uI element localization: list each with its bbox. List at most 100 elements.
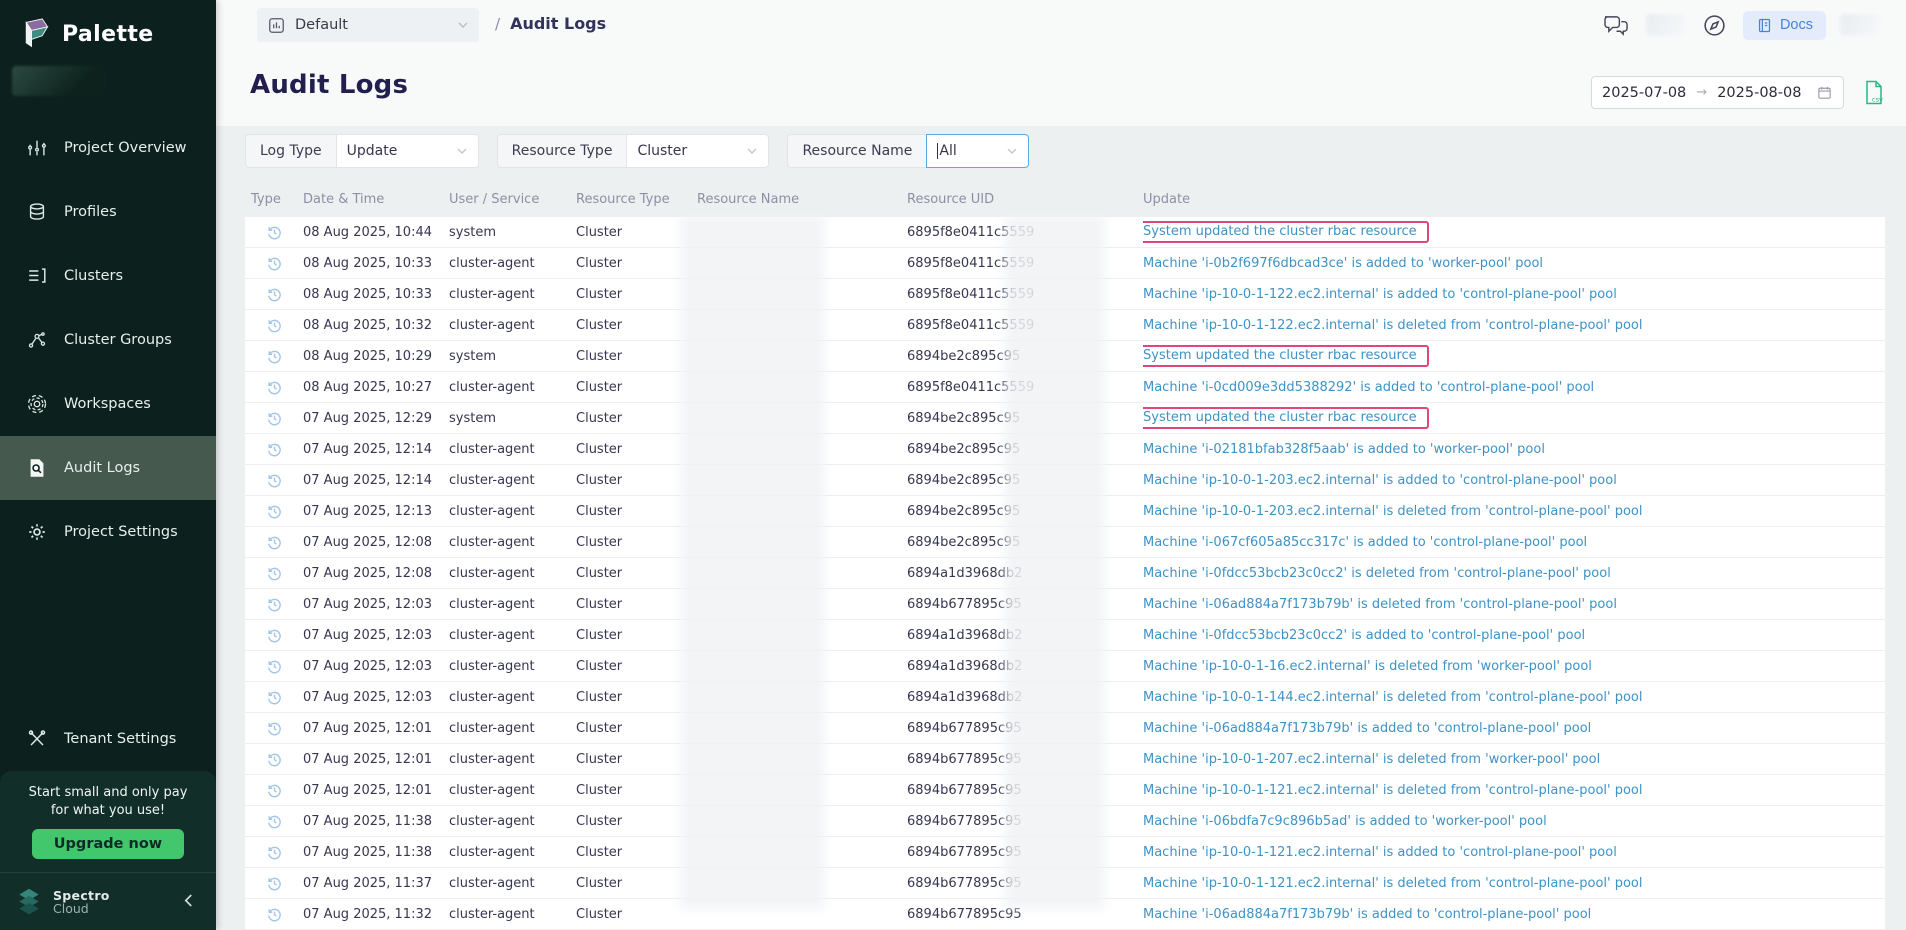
update-link[interactable]: Machine 'i-0fdcc53bcb23c0cc2' is added t… <box>1143 628 1585 643</box>
update-link[interactable]: Machine 'ip-10-0-1-121.ec2.internal' is … <box>1143 783 1643 798</box>
cell-resource-uid: 6894a1d3968db2 <box>907 566 1143 581</box>
sidebar-footer: Spectro Cloud <box>0 872 216 930</box>
chevron-down-icon <box>746 145 758 157</box>
sidebar: Palette Project Overview Profiles Cluste… <box>0 0 216 930</box>
cell-resource-type: Cluster <box>576 597 697 612</box>
cell-user-service: cluster-agent <box>449 814 576 829</box>
cell-datetime: 07 Aug 2025, 12:14 <box>303 442 449 457</box>
update-link[interactable]: Machine 'i-06bdfa7c9c896b5ad' is added t… <box>1143 814 1547 829</box>
cell-update: Machine 'ip-10-0-1-203.ec2.internal' is … <box>1143 504 1885 519</box>
cell-update: Machine 'i-06ad884a7f173b79b' is deleted… <box>1143 597 1885 612</box>
cell-datetime: 07 Aug 2025, 12:01 <box>303 752 449 767</box>
cell-datetime: 07 Aug 2025, 11:37 <box>303 876 449 891</box>
cell-resource-type: Cluster <box>576 814 697 829</box>
highlighted-update-box: System updated the cluster rbac resource <box>1143 407 1429 429</box>
table-row: 07 Aug 2025, 12:03 cluster-agent Cluster… <box>245 589 1885 620</box>
cell-resource-uid: 6894b677895c95 <box>907 752 1143 767</box>
audit-icon <box>26 457 48 479</box>
update-link[interactable]: Machine 'ip-10-0-1-207.ec2.internal' is … <box>1143 752 1600 767</box>
sidebar-collapse-button[interactable] <box>179 889 198 915</box>
cell-resource-type: Cluster <box>576 566 697 581</box>
palette-logo-text: Palette <box>62 22 154 47</box>
filter-select-resource-type[interactable]: Cluster <box>626 134 769 168</box>
update-link[interactable]: Machine 'i-0b2f697f6dbcad3ce' is added t… <box>1143 256 1543 271</box>
sidebar-item-audit-logs[interactable]: Audit Logs <box>0 436 216 500</box>
update-link[interactable]: Machine 'i-0fdcc53bcb23c0cc2' is deleted… <box>1143 566 1611 581</box>
update-link[interactable]: Machine 'ip-10-0-1-203.ec2.internal' is … <box>1143 473 1617 488</box>
sidebar-item-label: Project Settings <box>64 524 178 540</box>
sidebar-item-label: Tenant Settings <box>64 731 176 747</box>
cell-update: Machine 'i-02181bfab328f5aab' is added t… <box>1143 442 1885 457</box>
update-link[interactable]: System updated the cluster rbac resource <box>1143 410 1417 425</box>
filter-select-log-type[interactable]: Update <box>336 134 479 168</box>
sidebar-item-clusters[interactable]: Clusters <box>0 244 216 308</box>
sidebar-item-cluster-groups[interactable]: Cluster Groups <box>0 308 216 372</box>
cell-datetime: 07 Aug 2025, 12:29 <box>303 411 449 426</box>
table-row: 07 Aug 2025, 11:38 cluster-agent Cluster… <box>245 806 1885 837</box>
cell-datetime: 07 Aug 2025, 12:08 <box>303 535 449 550</box>
history-icon <box>245 286 303 303</box>
sidebar-item-label: Clusters <box>64 268 123 284</box>
table-row: 07 Aug 2025, 12:29 system Cluster 6894be… <box>245 403 1885 434</box>
cell-user-service: cluster-agent <box>449 256 576 271</box>
history-icon <box>245 534 303 551</box>
column-header-user-service: User / Service <box>449 192 576 207</box>
spectro-cloud-wordmark: Spectro Cloud <box>53 889 110 915</box>
update-link[interactable]: Machine 'ip-10-0-1-121.ec2.internal' is … <box>1143 876 1643 891</box>
docs-button[interactable]: Docs <box>1743 11 1826 40</box>
sidebar-nav: Project Overview Profiles Clusters Clust… <box>0 116 216 564</box>
cell-datetime: 08 Aug 2025, 10:27 <box>303 380 449 395</box>
upgrade-now-button[interactable]: Upgrade now <box>32 829 184 859</box>
update-link[interactable]: Machine 'i-06ad884a7f173b79b' is added t… <box>1143 907 1591 922</box>
sidebar-item-project-settings[interactable]: Project Settings <box>0 500 216 564</box>
cell-resource-uid: 6894be2c895c95 <box>907 411 1143 426</box>
update-link[interactable]: Machine 'i-06ad884a7f173b79b' is deleted… <box>1143 597 1617 612</box>
cell-resource-type: Cluster <box>576 504 697 519</box>
update-link[interactable]: Machine 'ip-10-0-1-16.ec2.internal' is d… <box>1143 659 1592 674</box>
sidebar-item-tenant-settings[interactable]: Tenant Settings <box>0 707 216 771</box>
filter-group-resource-name: Resource Name All <box>787 134 1029 168</box>
cell-datetime: 08 Aug 2025, 10:44 <box>303 225 449 240</box>
cell-resource-uid: 6894be2c895c95 <box>907 504 1143 519</box>
update-link[interactable]: Machine 'i-0cd009e3dd5388292' is added t… <box>1143 380 1594 395</box>
history-icon <box>245 627 303 644</box>
sidebar-item-project-overview[interactable]: Project Overview <box>0 116 216 180</box>
cell-user-service: cluster-agent <box>449 845 576 860</box>
filter-group-resource-type: Resource Type Cluster <box>497 134 770 168</box>
filter-select-resource-name[interactable]: All <box>926 134 1029 168</box>
cell-datetime: 07 Aug 2025, 12:03 <box>303 659 449 674</box>
date-range-picker[interactable]: 2025-07-08 → 2025-08-08 <box>1591 76 1844 109</box>
explore-button[interactable] <box>1700 11 1729 40</box>
project-scope-selector[interactable]: Default <box>257 8 479 42</box>
cell-datetime: 07 Aug 2025, 11:32 <box>303 907 449 922</box>
palette-logo[interactable]: Palette <box>0 0 216 52</box>
filter-bar: Log Type Update Resource Type Cluster Re… <box>245 134 1885 168</box>
update-link[interactable]: System updated the cluster rbac resource <box>1143 224 1417 239</box>
cell-user-service: cluster-agent <box>449 907 576 922</box>
history-icon <box>245 441 303 458</box>
table-row: 07 Aug 2025, 12:03 cluster-agent Cluster… <box>245 651 1885 682</box>
sidebar-item-workspaces[interactable]: Workspaces <box>0 372 216 436</box>
column-header-update: Update <box>1143 192 1885 207</box>
history-icon <box>245 906 303 923</box>
update-link[interactable]: Machine 'ip-10-0-1-121.ec2.internal' is … <box>1143 845 1617 860</box>
update-link[interactable]: Machine 'ip-10-0-1-122.ec2.internal' is … <box>1143 287 1617 302</box>
update-link[interactable]: Machine 'i-067cf605a85cc317c' is added t… <box>1143 535 1587 550</box>
update-link[interactable]: Machine 'ip-10-0-1-203.ec2.internal' is … <box>1143 504 1643 519</box>
table-row: 07 Aug 2025, 12:14 cluster-agent Cluster… <box>245 465 1885 496</box>
update-link[interactable]: System updated the cluster rbac resource <box>1143 348 1417 363</box>
export-csv-button[interactable]: csv <box>1860 77 1888 108</box>
update-link[interactable]: Machine 'i-02181bfab328f5aab' is added t… <box>1143 442 1545 457</box>
update-link[interactable]: Machine 'ip-10-0-1-122.ec2.internal' is … <box>1143 318 1643 333</box>
list-icon <box>26 265 48 287</box>
cell-resource-type: Cluster <box>576 411 697 426</box>
sidebar-item-profiles[interactable]: Profiles <box>0 180 216 244</box>
update-link[interactable]: Machine 'ip-10-0-1-144.ec2.internal' is … <box>1143 690 1643 705</box>
date-range-arrow: → <box>1696 85 1707 100</box>
feedback-chat-button[interactable] <box>1601 12 1632 39</box>
column-header-resource-uid: Resource UID <box>907 192 1143 207</box>
update-link[interactable]: Machine 'i-06ad884a7f173b79b' is added t… <box>1143 721 1591 736</box>
table-row: 07 Aug 2025, 12:03 cluster-agent Cluster… <box>245 620 1885 651</box>
cell-resource-uid: 6894b677895c95 <box>907 597 1143 612</box>
history-icon <box>245 782 303 799</box>
